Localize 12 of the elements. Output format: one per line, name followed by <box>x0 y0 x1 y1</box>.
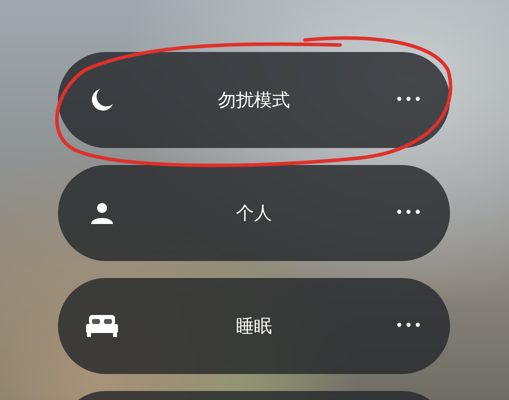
focus-mode-button[interactable]: 个人 ••• <box>58 165 450 261</box>
more-options-button[interactable]: ••• <box>395 92 423 108</box>
focus-mode-button[interactable]: 勿扰模式 ••• <box>58 52 450 148</box>
focus-mode-label: 个人 <box>236 202 272 225</box>
more-options-button[interactable]: ••• <box>395 318 423 334</box>
focus-mode-button[interactable]: 睡眠 ••• <box>58 278 450 374</box>
person-icon <box>90 201 114 225</box>
moon-icon <box>89 87 115 113</box>
focus-mode-label: 勿扰模式 <box>218 89 290 112</box>
focus-mode-label: 睡眠 <box>236 315 272 338</box>
more-options-button[interactable]: ••• <box>395 205 423 221</box>
bed-icon <box>86 315 118 337</box>
